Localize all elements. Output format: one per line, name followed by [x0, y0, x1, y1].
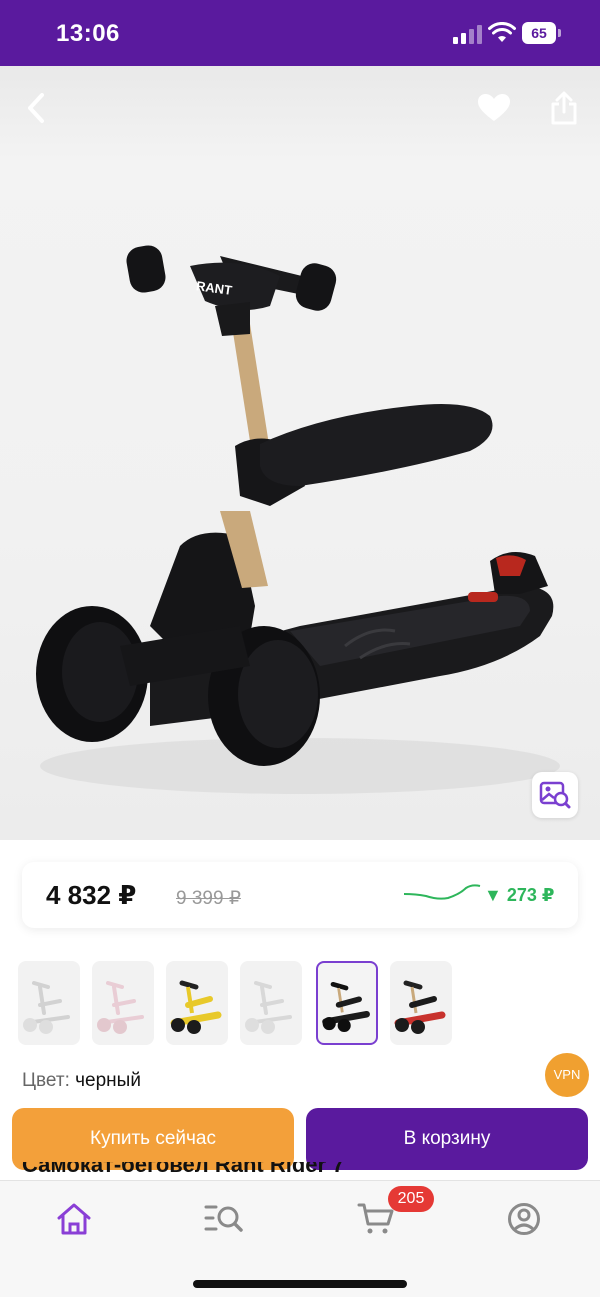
nav-profile[interactable]: [504, 1199, 544, 1239]
old-price: 9 399 ₽: [176, 888, 241, 909]
battery-icon: 65: [522, 22, 562, 44]
variant-thumb-white-2[interactable]: [240, 961, 302, 1045]
vpn-badge[interactable]: VPN: [545, 1053, 589, 1097]
nav-catalog[interactable]: [204, 1199, 244, 1239]
variant-list: [18, 961, 588, 1045]
product-title: Самокат-беговел Rant Rider 7: [22, 1162, 345, 1177]
color-label: Цвет:: [22, 1070, 70, 1091]
variant-thumb-black[interactable]: [316, 961, 378, 1045]
product-image[interactable]: RANT: [0, 66, 600, 840]
share-icon: [551, 91, 577, 125]
chevron-left-icon: [28, 93, 44, 123]
price-drop: ▼ 273 ₽: [484, 885, 555, 905]
battery-level: 65: [522, 22, 556, 44]
nav-home[interactable]: [54, 1199, 94, 1239]
variant-thumb-white[interactable]: [18, 961, 80, 1045]
price-card[interactable]: 4 832 ₽ 9 399 ₽ ▼ 273 ₽: [22, 862, 578, 928]
cart-count-badge: 205: [388, 1186, 434, 1212]
catalog-search-icon: [204, 1205, 243, 1232]
variant-thumb-yellow[interactable]: [166, 961, 228, 1045]
buy-now-button[interactable]: Купить сейчас: [12, 1108, 294, 1170]
color-value: черный: [75, 1070, 141, 1091]
profile-icon: [508, 1203, 540, 1235]
variant-thumb-pink[interactable]: [92, 961, 154, 1045]
price-trend-icon: [403, 884, 481, 900]
home-icon: [57, 1203, 91, 1235]
cart-icon: [357, 1203, 394, 1234]
home-indicator: [193, 1280, 407, 1288]
wifi-icon: [488, 22, 516, 42]
current-price: 4 832 ₽: [46, 880, 137, 910]
bottom-nav: 205: [0, 1180, 600, 1297]
add-to-cart-button[interactable]: В корзину: [306, 1108, 588, 1170]
share-button[interactable]: [542, 86, 586, 130]
signal-icon: [453, 25, 482, 44]
color-selection: Цвет: черный: [22, 1070, 141, 1092]
back-button[interactable]: [14, 86, 58, 130]
variant-thumb-red[interactable]: [390, 961, 452, 1045]
heart-icon: [478, 94, 510, 121]
scooter-illustration: RANT: [36, 245, 560, 794]
status-time: 13:06: [56, 20, 120, 47]
status-bar: 13:06 65: [0, 0, 600, 66]
image-search-icon: [539, 781, 571, 809]
image-search-button[interactable]: [532, 772, 578, 818]
favorite-button[interactable]: [472, 86, 516, 130]
